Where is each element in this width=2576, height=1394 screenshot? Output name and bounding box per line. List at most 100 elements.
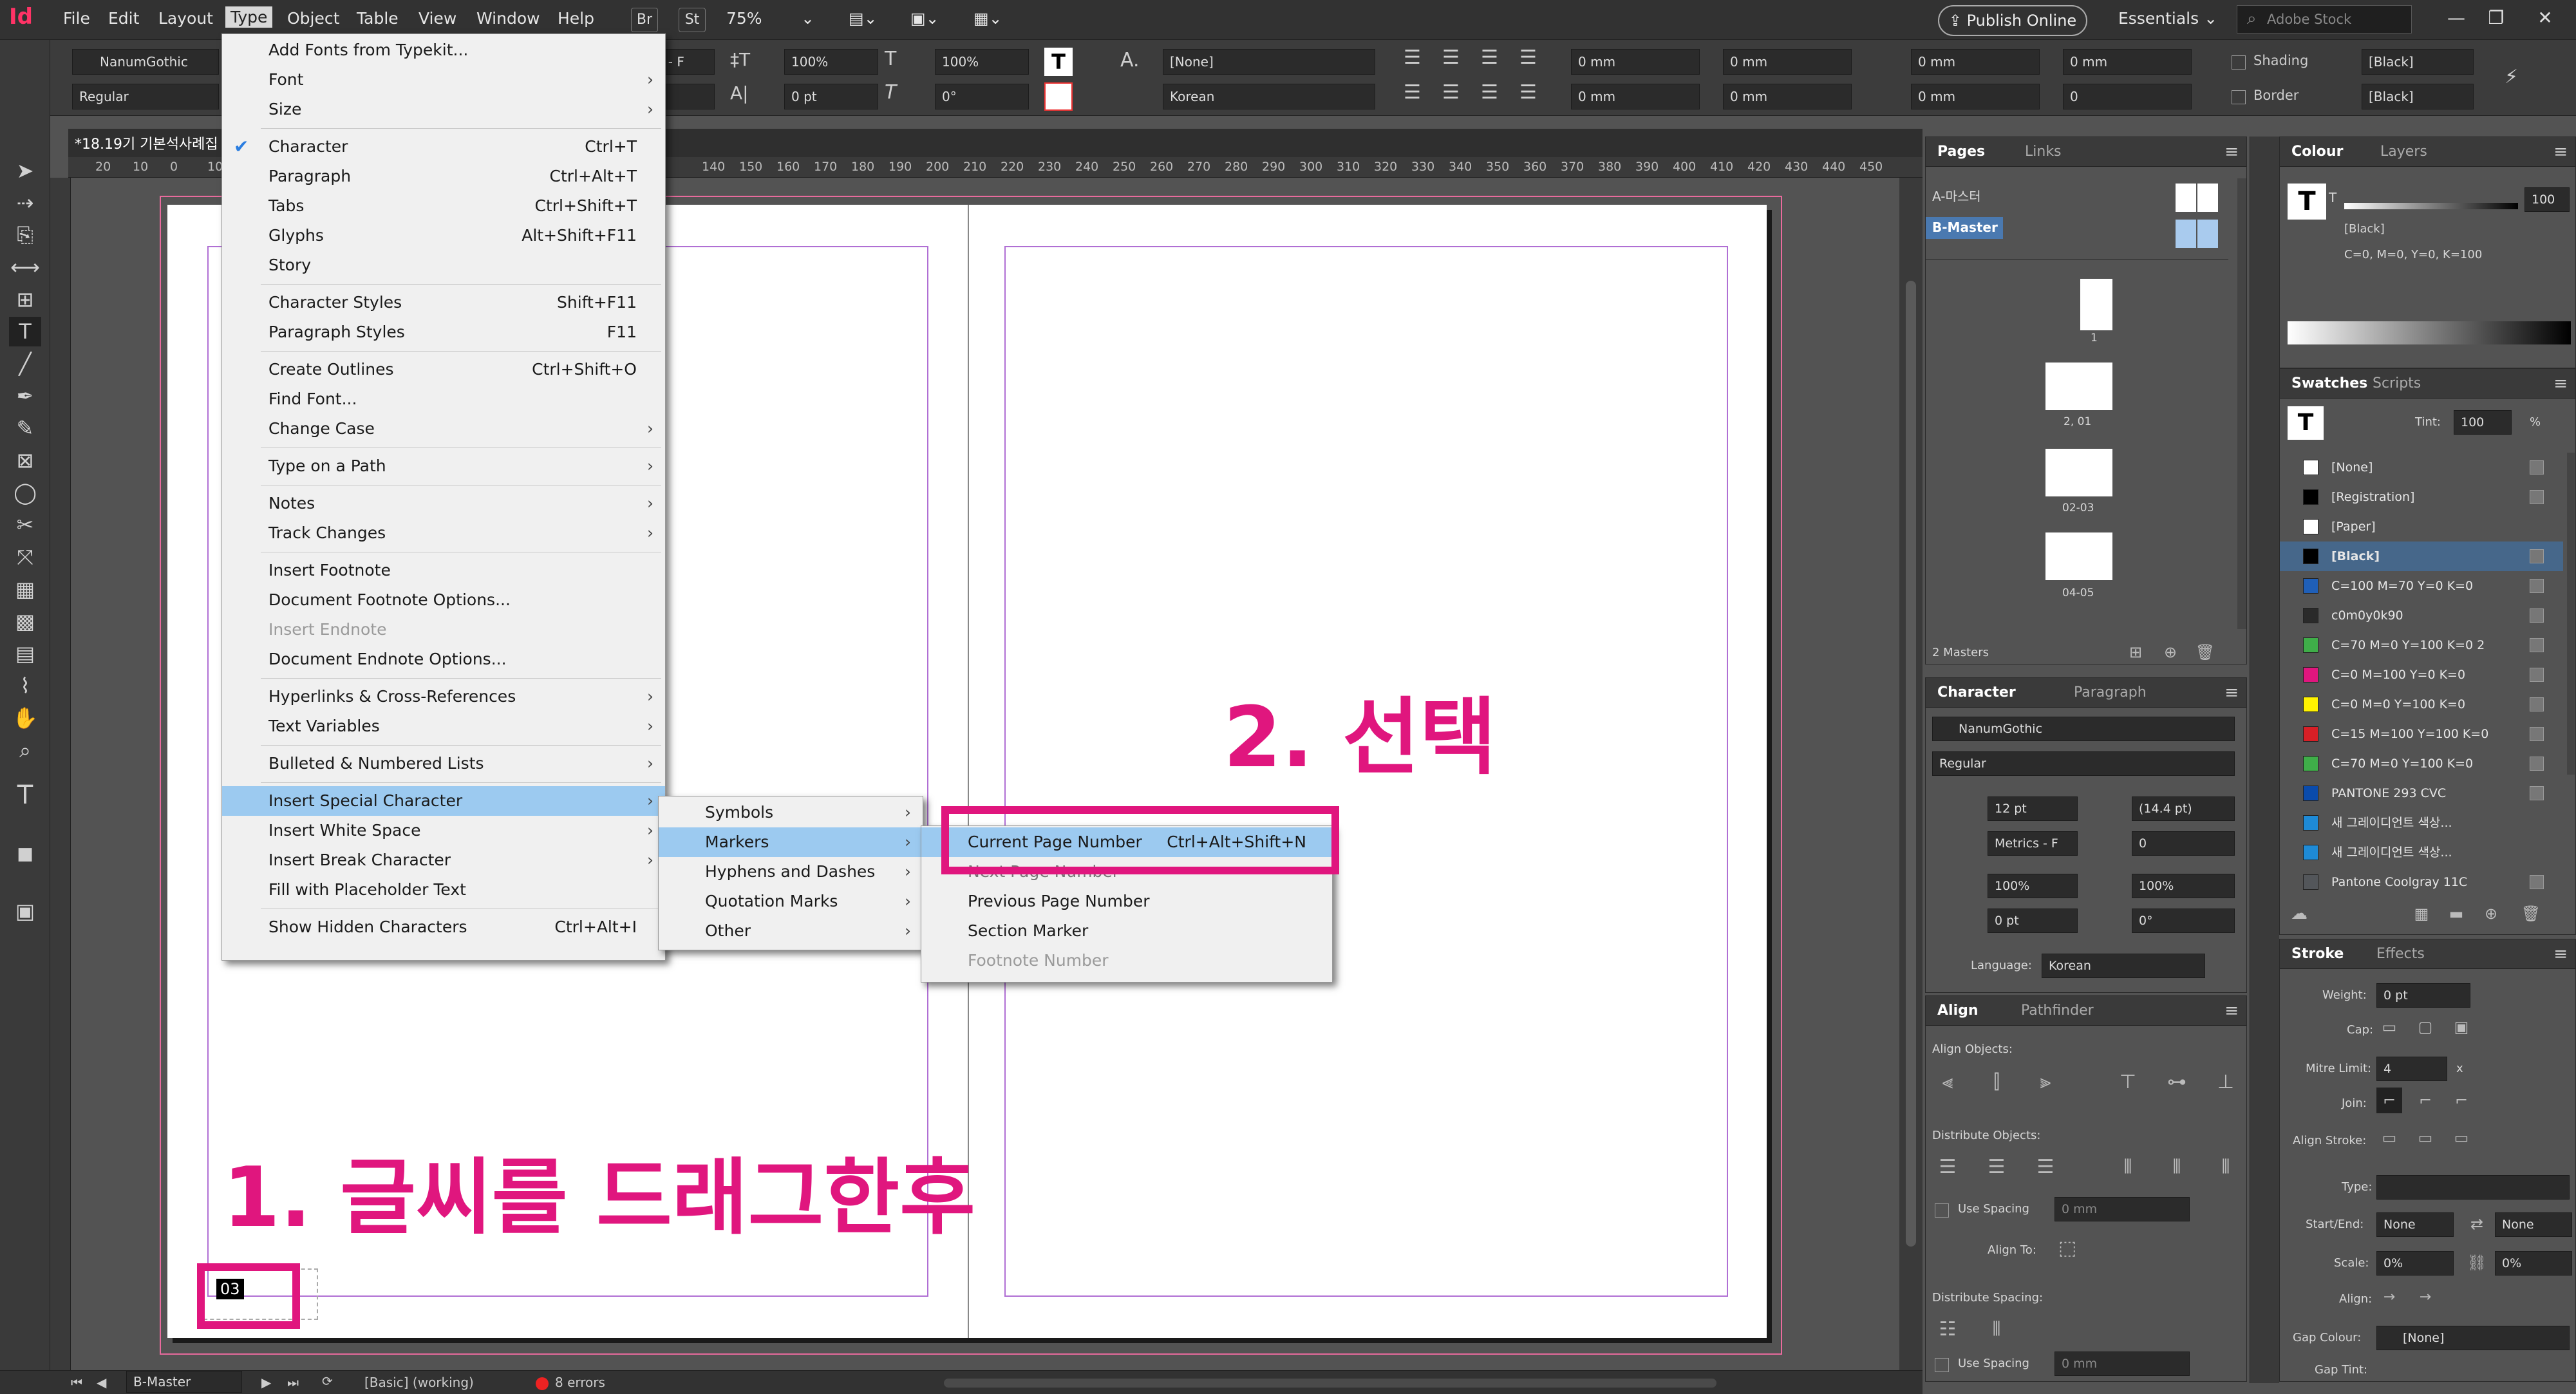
align-right-edges-icon[interactable]: ⫸ (2033, 1069, 2058, 1095)
miter-join-icon[interactable]: ⌐ (2376, 1088, 2402, 1113)
menu-item-insert-special-character[interactable]: Insert Special Character › (222, 786, 665, 816)
edit-page-size-icon[interactable]: ⊞ (2123, 639, 2148, 665)
tab-pages[interactable]: Pages (1937, 144, 1985, 160)
kerning-field[interactable]: 0 pt (784, 84, 878, 109)
distribute-h-centers-icon[interactable]: ⦀ (2164, 1154, 2190, 1180)
direct-selection-tool-icon[interactable]: ⇢ (9, 188, 41, 218)
minimize-icon[interactable]: — (2440, 4, 2472, 33)
justify-center-icon[interactable]: ☰ (1519, 81, 1537, 104)
align-bottom-edges-icon[interactable]: ⊥ (2213, 1069, 2239, 1095)
menu-item-insert-break-character[interactable]: Insert Break Character › (222, 845, 665, 875)
master-a[interactable]: A-마스터 (1932, 186, 1981, 205)
menu-item-bulleted-lists[interactable]: Bulleted & Numbered Lists › (222, 749, 665, 778)
distribute-right-icon[interactable]: ⦀ (2213, 1154, 2239, 1180)
lightning-icon[interactable]: ⚡ (2505, 66, 2518, 88)
distribute-v-space-icon[interactable]: ☷ (1935, 1317, 1960, 1342)
char-font-field[interactable]: NanumGothic (1932, 717, 2235, 741)
chevron-down-icon[interactable]: ⌄ (801, 9, 814, 28)
swatch-row[interactable]: [Black] (2280, 542, 2563, 571)
preflight-errors[interactable]: 8 errors (555, 1375, 605, 1390)
master-a-thumb-right[interactable] (2197, 184, 2218, 212)
menu-item-paragraph-styles[interactable]: Paragraph Styles F11 (222, 317, 665, 347)
mitre-field[interactable]: 4 (2376, 1057, 2447, 1081)
arrow-align-extend-icon[interactable]: → (2376, 1285, 2402, 1310)
menu-help[interactable]: Help (558, 9, 594, 28)
menu-file[interactable]: File (63, 9, 90, 28)
start-field[interactable]: None (2376, 1212, 2454, 1237)
menu-item-tabs[interactable]: Tabs Ctrl+Shift+T (222, 191, 665, 221)
menu-item-notes[interactable]: Notes › (222, 489, 665, 518)
language-field[interactable]: Korean (1163, 84, 1375, 109)
pencil-tool-icon[interactable]: ✎ (9, 413, 41, 443)
close-icon[interactable]: ✕ (2529, 4, 2561, 33)
align-left-icon[interactable]: ☰ (1404, 46, 1421, 69)
stroke-type-field[interactable] (2376, 1175, 2570, 1200)
use-spacing-field-2[interactable]: 0 mm (2054, 1352, 2190, 1376)
menu-item-insert-white-space[interactable]: Insert White Space › (222, 816, 665, 845)
tab-paragraph[interactable]: Paragraph (2074, 684, 2147, 701)
zoom-tool-icon[interactable]: ⌕ (9, 735, 41, 765)
border-colour-field[interactable]: [Black] (2362, 84, 2474, 109)
swap-ends-icon[interactable]: ⇄ (2464, 1211, 2490, 1237)
open-page-icon[interactable]: ⟳ (322, 1373, 333, 1389)
page-2-thumb[interactable] (2045, 363, 2112, 410)
menu-table[interactable]: Table (357, 9, 399, 28)
submenu-item-markers[interactable]: Markers › (659, 827, 923, 857)
char-baseline-field[interactable]: 0 pt (1988, 909, 2078, 933)
char-hscale-field[interactable]: 100% (2132, 874, 2235, 898)
colour-ramp[interactable] (2288, 321, 2571, 344)
butt-cap-icon[interactable]: ▭ (2376, 1014, 2402, 1040)
distribute-bottom-icon[interactable]: ☰ (2033, 1154, 2058, 1180)
menu-item-font[interactable]: Font › (222, 65, 665, 95)
style-field[interactable]: Regular (72, 84, 219, 109)
right-indent-field[interactable]: 0 mm (1723, 49, 1852, 75)
menu-item-track-changes[interactable]: Track Changes › (222, 518, 665, 548)
rectangle-frame-tool-icon[interactable]: ⊠ (9, 446, 41, 475)
char-language-field[interactable]: Korean (2042, 954, 2205, 978)
selection-tool-icon[interactable]: ➤ (9, 156, 41, 185)
char-skew-field[interactable]: 0° (2132, 909, 2235, 933)
menu-view[interactable]: View (418, 9, 456, 28)
swatch-row[interactable]: PANTONE 293 CVC (2280, 778, 2563, 808)
panel-menu-icon[interactable]: ≡ (2224, 1001, 2239, 1021)
menu-item-create-outlines[interactable]: Create Outlines Ctrl+Shift+O (222, 355, 665, 384)
swatch-fill-proxy-icon[interactable]: T (2288, 406, 2324, 440)
stroke-none-icon[interactable] (1044, 82, 1073, 111)
horizontal-scale-field[interactable]: 100% (935, 49, 1029, 75)
scale-end-field[interactable]: 0% (2495, 1251, 2572, 1276)
note-tool-icon[interactable]: ▤ (9, 639, 41, 668)
distribute-v-centers-icon[interactable]: ☰ (1984, 1154, 2009, 1180)
master-b[interactable]: B-Master (1932, 220, 1998, 235)
tab-effects[interactable]: Effects (2376, 946, 2425, 962)
submenu-item-section-marker[interactable]: Section Marker (921, 916, 1332, 946)
char-kerning-field[interactable]: Metrics - F (1988, 831, 2078, 856)
cc-libraries-icon[interactable]: ☁ (2286, 901, 2312, 927)
shading-checkbox[interactable] (2232, 55, 2246, 70)
next-page-icon[interactable]: ▶ (261, 1375, 271, 1390)
restore-icon[interactable]: ❐ (2480, 4, 2512, 33)
bridge-button[interactable]: Br (631, 8, 658, 32)
panel-collapse-strip[interactable] (2250, 137, 2279, 1383)
drop-cap-lines-field[interactable]: 0 mm (2063, 49, 2192, 75)
end-field[interactable]: None (2495, 1212, 2572, 1237)
use-spacing-checkbox[interactable] (1935, 1203, 1949, 1218)
char-vscale-field[interactable]: 100% (1988, 874, 2078, 898)
menu-item-story[interactable]: Story (222, 250, 665, 280)
menu-item-hyperlinks[interactable]: Hyperlinks & Cross-References › (222, 682, 665, 711)
prev-page-icon[interactable]: ◀ (97, 1375, 106, 1390)
show-all-swatches-icon[interactable]: ▦ (2409, 901, 2434, 927)
scissors-tool-icon[interactable]: ✂ (9, 510, 41, 540)
menu-item-text-variables[interactable]: Text Variables › (222, 711, 665, 741)
fill-stroke-icon[interactable]: T (9, 780, 41, 810)
distribute-top-icon[interactable]: ☰ (1935, 1154, 1960, 1180)
screen-mode-icon[interactable]: ▣⌄ (910, 9, 939, 28)
menu-item-placeholder-text[interactable]: Fill with Placeholder Text (222, 875, 665, 905)
vertical-scrollbar[interactable] (1899, 178, 1923, 1370)
menu-item-character[interactable]: ✔ Character Ctrl+T (222, 132, 665, 162)
preflight-profile[interactable]: [Basic] (working) (364, 1375, 474, 1390)
stock-button[interactable]: St (679, 8, 706, 32)
swatch-row[interactable]: C=70 M=0 Y=100 K=0 2 (2280, 630, 2563, 660)
ellipse-tool-icon[interactable]: ◯ (9, 478, 41, 507)
left-indent-field[interactable]: 0 mm (1571, 49, 1700, 75)
page-3-thumb[interactable] (2045, 449, 2112, 496)
